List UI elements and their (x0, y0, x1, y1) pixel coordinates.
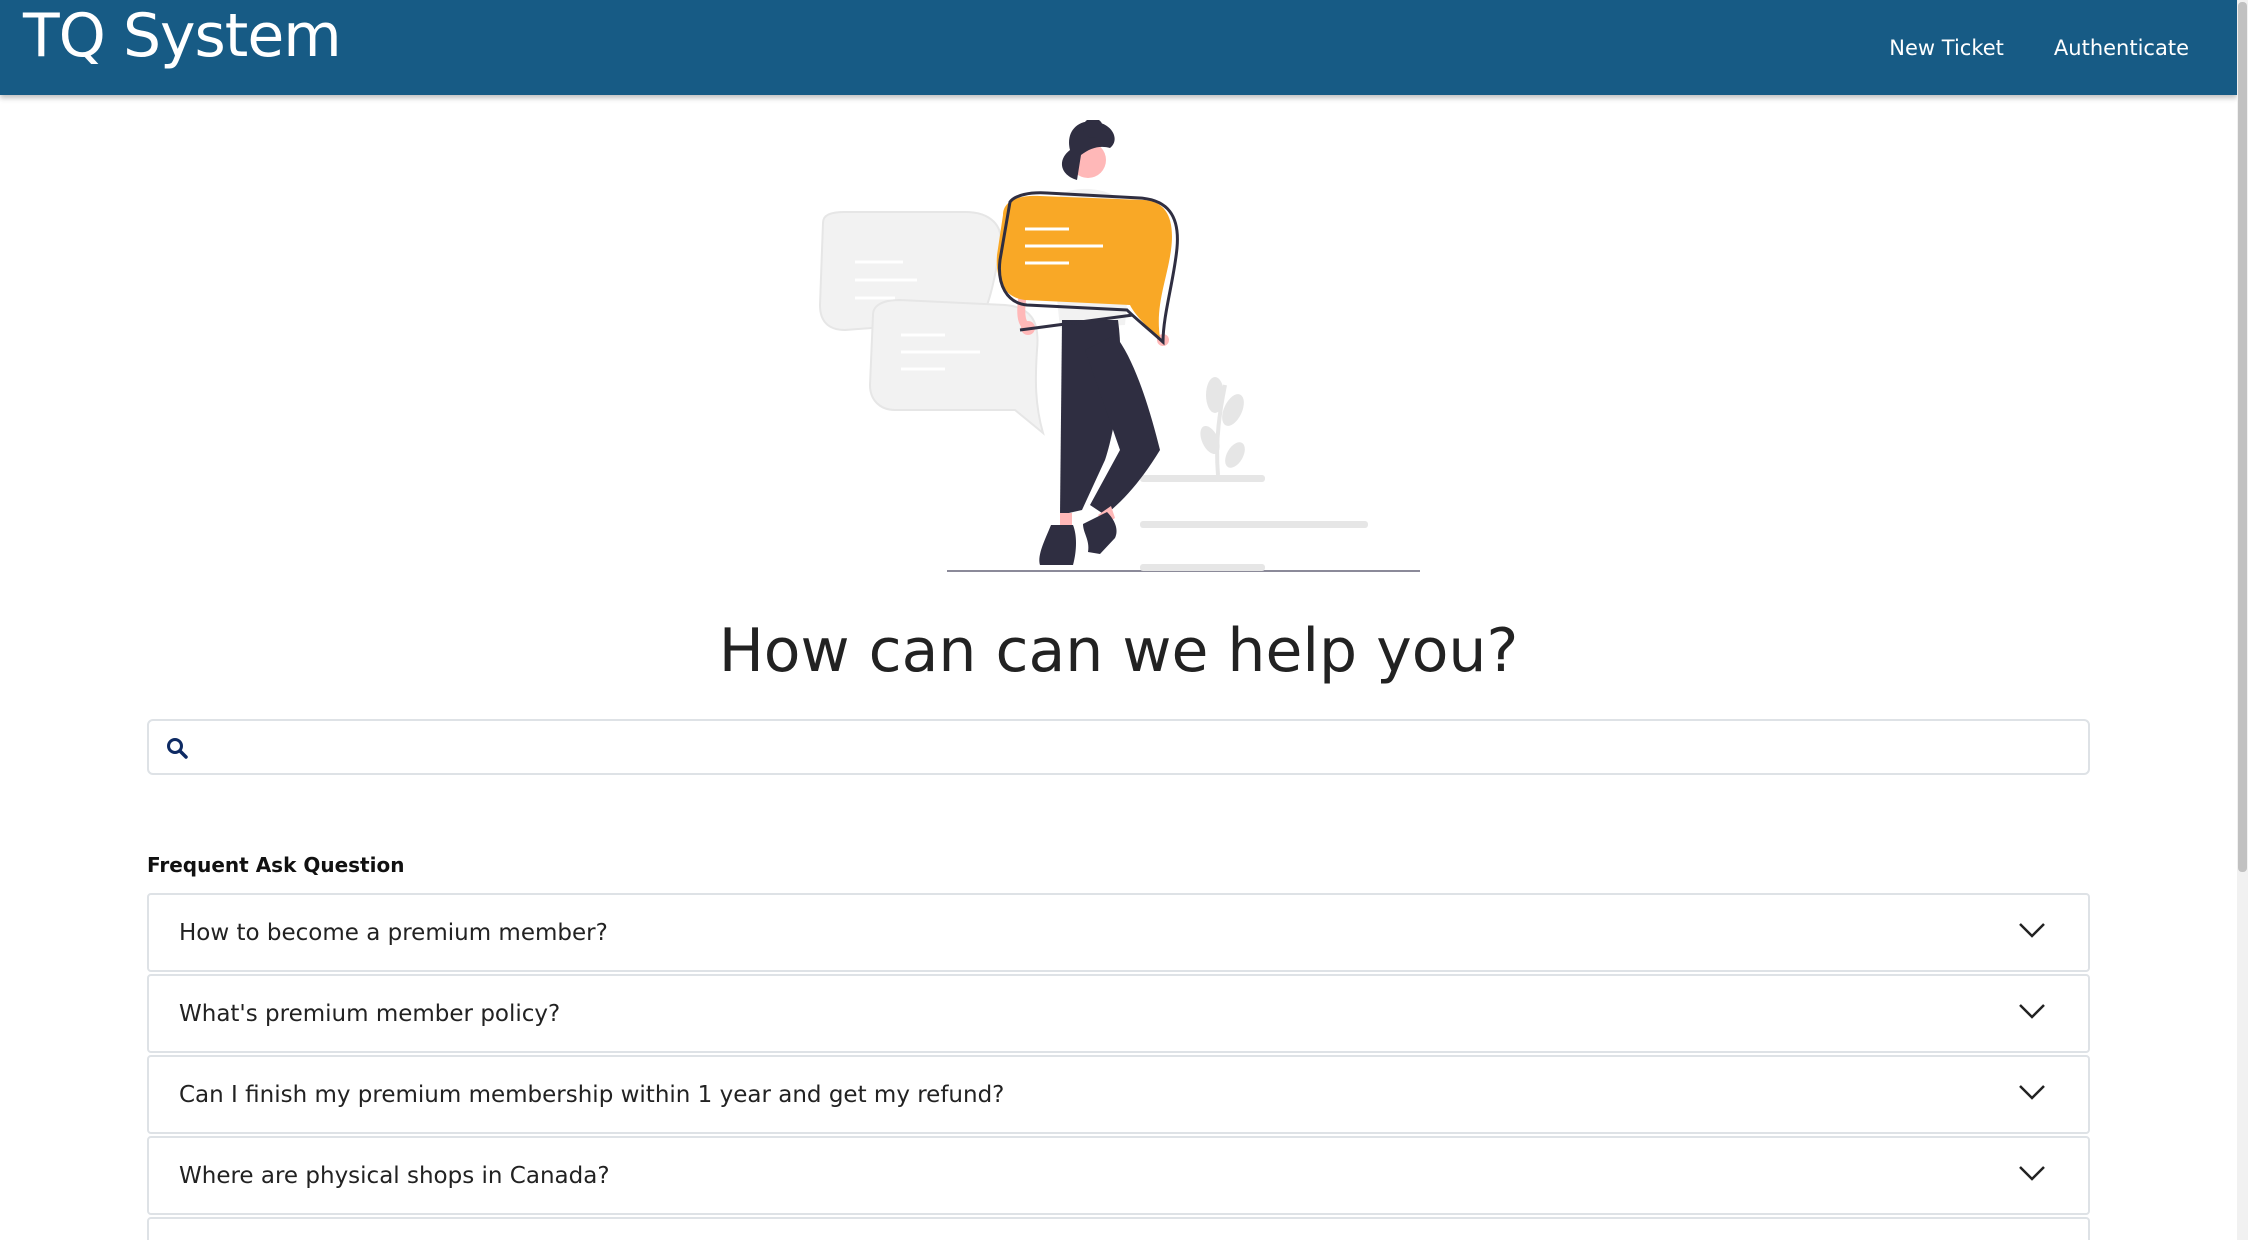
faq-question: What's premium member policy? (179, 1001, 561, 1027)
woman-holding-speech-bubble-illustration (818, 118, 1420, 572)
faq-section-title: Frequent Ask Question (147, 853, 405, 877)
faq-item[interactable]: Where are physical shops in Canada? (147, 1136, 2090, 1215)
faq-question: How to become a premium member? (179, 920, 608, 946)
page: TQ System New Ticket Authenticate How ca… (0, 0, 2248, 1240)
search-input[interactable] (201, 727, 2075, 769)
page-heading: How can can we help you? (718, 616, 1519, 686)
nav-new-ticket-link[interactable]: New Ticket (1889, 32, 2004, 64)
hero-illustration (815, 118, 1430, 580)
faq-item[interactable] (147, 1217, 2090, 1240)
scrollbar-thumb[interactable] (2238, 2, 2247, 872)
chevron-down-icon (2019, 1085, 2045, 1100)
faq-accordion: How to become a premium member? What's p… (147, 893, 2090, 1240)
nav-authenticate-link[interactable]: Authenticate (2054, 32, 2189, 64)
search-icon (167, 738, 188, 759)
faq-item[interactable]: What's premium member policy? (147, 974, 2090, 1053)
faq-item[interactable]: Can I finish my premium membership withi… (147, 1055, 2090, 1134)
chevron-down-icon (2019, 1166, 2045, 1181)
faq-question: Can I finish my premium membership withi… (179, 1082, 1005, 1108)
chevron-down-icon (2019, 1004, 2045, 1019)
page-scrollbar[interactable] (2237, 0, 2248, 1240)
search-box[interactable] (147, 719, 2090, 775)
top-navbar: TQ System New Ticket Authenticate (0, 0, 2237, 95)
faq-item[interactable]: How to become a premium member? (147, 893, 2090, 972)
faq-question: Where are physical shops in Canada? (179, 1163, 610, 1189)
brand-logo-link[interactable]: TQ System (23, 0, 342, 72)
nav-links: New Ticket Authenticate (1889, 32, 2189, 64)
chevron-down-icon (2019, 923, 2045, 938)
